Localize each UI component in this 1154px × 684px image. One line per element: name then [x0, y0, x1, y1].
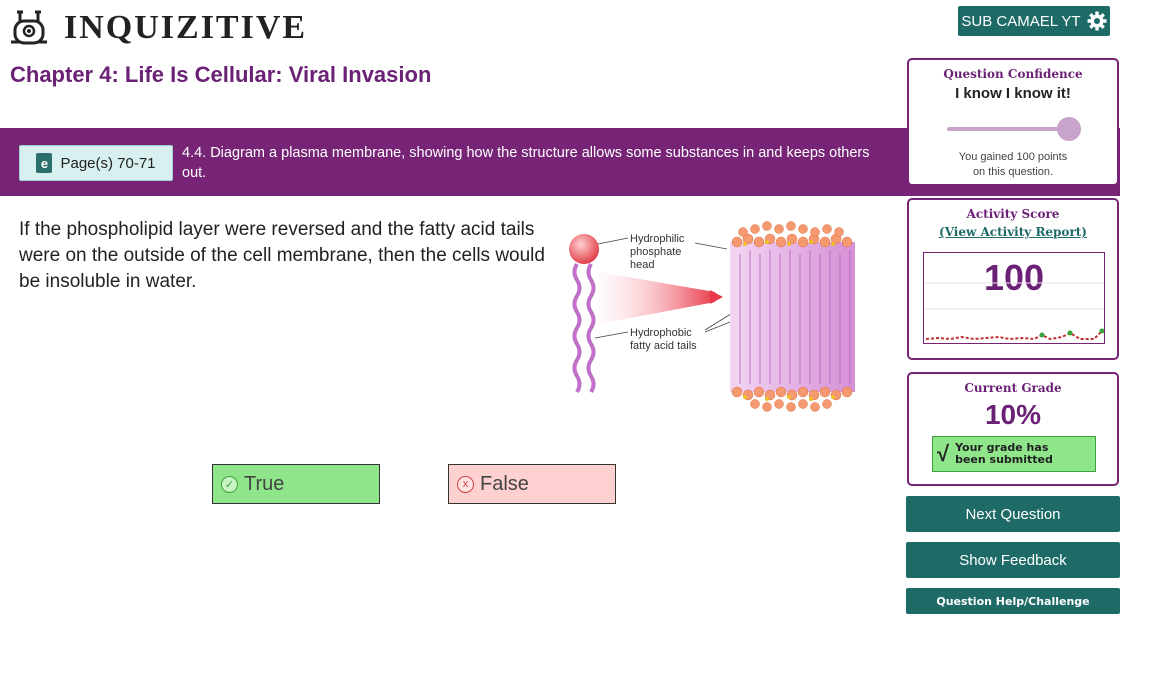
show-feedback-button[interactable]: Show Feedback — [906, 542, 1120, 578]
mascot-logo-icon — [11, 10, 47, 45]
grade-submitted-badge: √ Your grade has been submitted — [932, 436, 1096, 472]
activity-score-panel: Activity Score (View Activity Report) 10… — [907, 198, 1119, 360]
points-note: You gained 100 points on this question. — [909, 150, 1117, 180]
learning-objective-text: 4.4. Diagram a plasma membrane, showing … — [182, 145, 870, 181]
activity-title: Activity Score — [966, 207, 1060, 221]
next-question-button[interactable]: Next Question — [906, 496, 1120, 532]
app-logo: INQUIZITIVE — [8, 8, 307, 48]
phospholipid-diagram: Hydrophilic phosphate head Hydrophobic f… — [569, 221, 855, 412]
checkmark-icon: √ — [937, 441, 950, 466]
question-confidence-panel: Question Confidence I know I know it! Yo… — [907, 58, 1119, 186]
grade-submitted-line2: been submitted — [955, 453, 1053, 466]
x-circle-icon: x — [457, 475, 474, 493]
current-grade-panel: Current Grade 10% √ Your grade has been … — [907, 372, 1119, 486]
hydrophilic-label-line2: phosphate — [630, 246, 681, 258]
logo-text: INQUIZITIVE — [64, 9, 308, 46]
false-answer-label: False — [480, 472, 529, 495]
grade-value: 10% — [984, 399, 1042, 430]
view-activity-report-link[interactable]: (View Activity Report) — [909, 225, 1117, 239]
hydrophobic-label-line2: fatty acid tails — [630, 340, 697, 352]
user-name-label: SUB CAMAEL YT — [961, 12, 1081, 30]
false-answer-button[interactable]: x False — [448, 464, 616, 504]
activity-score-chart: 100 — [923, 252, 1105, 344]
membrane-block — [730, 221, 855, 412]
confidence-value: I know I know it! — [955, 85, 1071, 102]
grade-submitted-text: Your grade has been submitted — [955, 442, 1053, 466]
pages-label: Page(s) 70-71 — [60, 154, 156, 172]
activity-sparkline — [924, 282, 1104, 341]
points-note-line1: You gained 100 points — [958, 151, 1068, 163]
grade-title: Current Grade — [964, 381, 1062, 395]
question-text: If the phospholipid layer were reversed … — [19, 219, 545, 292]
true-answer-button[interactable]: ✓ True — [212, 464, 380, 504]
hydrophilic-label-line1: Hydrophilic — [630, 233, 685, 245]
hydrophilic-label-line3: head — [630, 259, 654, 271]
phosphate-head-shape — [569, 234, 599, 264]
chapter-title: Chapter 4: Life Is Cellular: Viral Invas… — [10, 62, 432, 87]
confidence-slider-thumb[interactable] — [1057, 117, 1081, 141]
ebook-pages-button[interactable]: e Page(s) 70-71 — [19, 145, 173, 181]
user-menu-button[interactable]: SUB CAMAEL YT — [958, 6, 1110, 36]
confidence-title: Question Confidence — [943, 67, 1083, 81]
points-note-line2: on this question. — [972, 166, 1054, 178]
question-help-button[interactable]: Question Help/Challenge — [906, 588, 1120, 614]
true-answer-label: True — [244, 472, 285, 495]
gear-icon — [1087, 11, 1107, 31]
hydrophobic-label-line1: Hydrophobic — [630, 327, 692, 339]
ebook-icon: e — [36, 153, 53, 173]
check-circle-icon: ✓ — [221, 475, 238, 493]
